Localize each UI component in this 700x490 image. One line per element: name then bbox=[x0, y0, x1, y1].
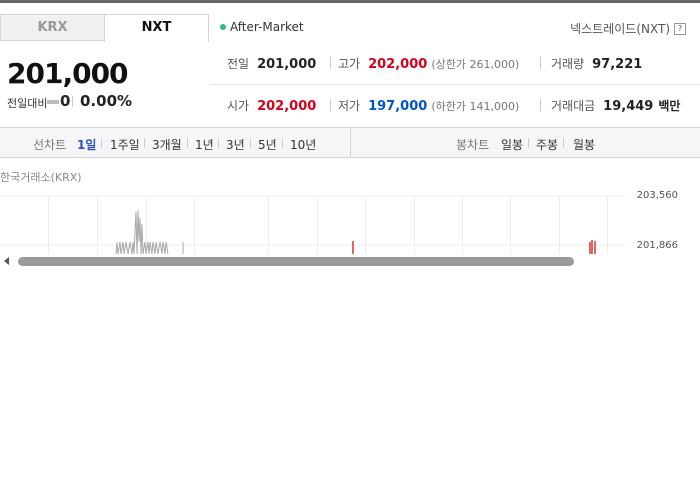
divider bbox=[250, 138, 251, 148]
period-3m[interactable]: 3개월 bbox=[152, 136, 182, 153]
row-divider bbox=[210, 84, 700, 85]
stat-value: 97,221 bbox=[592, 57, 643, 72]
divider bbox=[528, 138, 529, 148]
stat-unit: 백만 bbox=[658, 99, 681, 113]
stat-label: 고가 bbox=[338, 57, 361, 71]
current-price: 201,000 bbox=[7, 57, 129, 90]
scrollbar-thumb[interactable] bbox=[18, 257, 574, 266]
change-value: 0 bbox=[60, 92, 71, 110]
flat-change-icon bbox=[47, 100, 59, 104]
session-dot-icon bbox=[220, 24, 226, 30]
period-1d[interactable]: 1일 bbox=[77, 136, 96, 153]
krx-price-line bbox=[115, 209, 169, 255]
exchange-label: 한국거래소(KRX) bbox=[0, 171, 82, 184]
y-tick-label: 203,560 bbox=[636, 190, 678, 201]
help-icon[interactable]: ? bbox=[674, 22, 686, 35]
period-3y[interactable]: 3년 bbox=[226, 136, 245, 153]
stat-value: 19,449 bbox=[603, 99, 654, 114]
upper-limit: (상한가 261,000) bbox=[431, 58, 520, 71]
top-border bbox=[0, 0, 700, 3]
stat-label: 거래대금 bbox=[551, 99, 596, 113]
stat-value: 202,000 bbox=[368, 57, 428, 72]
price-chart bbox=[0, 195, 625, 255]
stat-prev-close: 전일 201,000 bbox=[227, 55, 316, 72]
divider bbox=[72, 96, 73, 107]
tab-nxt[interactable]: NXT bbox=[104, 14, 209, 42]
divider bbox=[350, 128, 351, 157]
stat-volume: 거래량 97,221 bbox=[551, 55, 642, 72]
change-label: 전일대비 bbox=[7, 97, 48, 110]
candle-chart-label: 봉차트 bbox=[456, 138, 490, 152]
divider bbox=[540, 57, 541, 69]
stat-value: 197,000 bbox=[368, 99, 428, 114]
market-session-status: After-Market bbox=[220, 20, 304, 34]
divider bbox=[187, 138, 188, 148]
stat-open: 시가 202,000 bbox=[227, 97, 316, 114]
period-1y[interactable]: 1년 bbox=[195, 136, 214, 153]
stat-high: 고가 202,000 (상한가 261,000) bbox=[338, 55, 519, 72]
y-tick-label: 201,866 bbox=[636, 240, 678, 251]
nxt-link-label[interactable]: 넥스트레이드(NXT) bbox=[570, 20, 670, 37]
divider bbox=[563, 138, 564, 148]
divider bbox=[540, 99, 541, 111]
line-chart-label: 선차트 bbox=[33, 138, 67, 152]
stat-low: 저가 197,000 (하한가 141,000) bbox=[338, 97, 519, 114]
stat-value: 201,000 bbox=[257, 57, 317, 72]
divider bbox=[144, 138, 145, 148]
stat-label: 거래량 bbox=[551, 57, 585, 71]
change-percent: 0.00% bbox=[80, 92, 133, 110]
divider bbox=[330, 57, 331, 69]
stat-label: 시가 bbox=[227, 99, 250, 113]
period-10y[interactable]: 10년 bbox=[290, 136, 316, 153]
period-1w[interactable]: 1주일 bbox=[110, 136, 140, 153]
stat-label: 저가 bbox=[338, 99, 361, 113]
nxt-info-link[interactable]: 넥스트레이드(NXT) ? bbox=[570, 20, 686, 37]
stat-amount: 거래대금 19,449 백만 bbox=[551, 97, 680, 114]
lower-limit: (하한가 141,000) bbox=[431, 100, 520, 113]
scroll-left-icon[interactable] bbox=[4, 257, 9, 265]
period-5y[interactable]: 5년 bbox=[258, 136, 277, 153]
period-monthly-candle[interactable]: 월봉 bbox=[573, 136, 595, 153]
divider bbox=[101, 138, 102, 148]
period-daily-candle[interactable]: 일봉 bbox=[501, 136, 523, 153]
divider bbox=[330, 99, 331, 111]
stat-value: 202,000 bbox=[257, 99, 317, 114]
divider bbox=[218, 138, 219, 148]
divider bbox=[282, 138, 283, 148]
session-label: After-Market bbox=[230, 20, 304, 34]
tab-krx[interactable]: KRX bbox=[0, 14, 105, 41]
chart-period-bar: 선차트 1일 1주일 3개월 1년 3년 5년 10년 봉차트 일봉 주봉 월봉 bbox=[0, 127, 700, 158]
stat-label: 전일 bbox=[227, 57, 250, 71]
period-weekly-candle[interactable]: 주봉 bbox=[536, 136, 558, 153]
